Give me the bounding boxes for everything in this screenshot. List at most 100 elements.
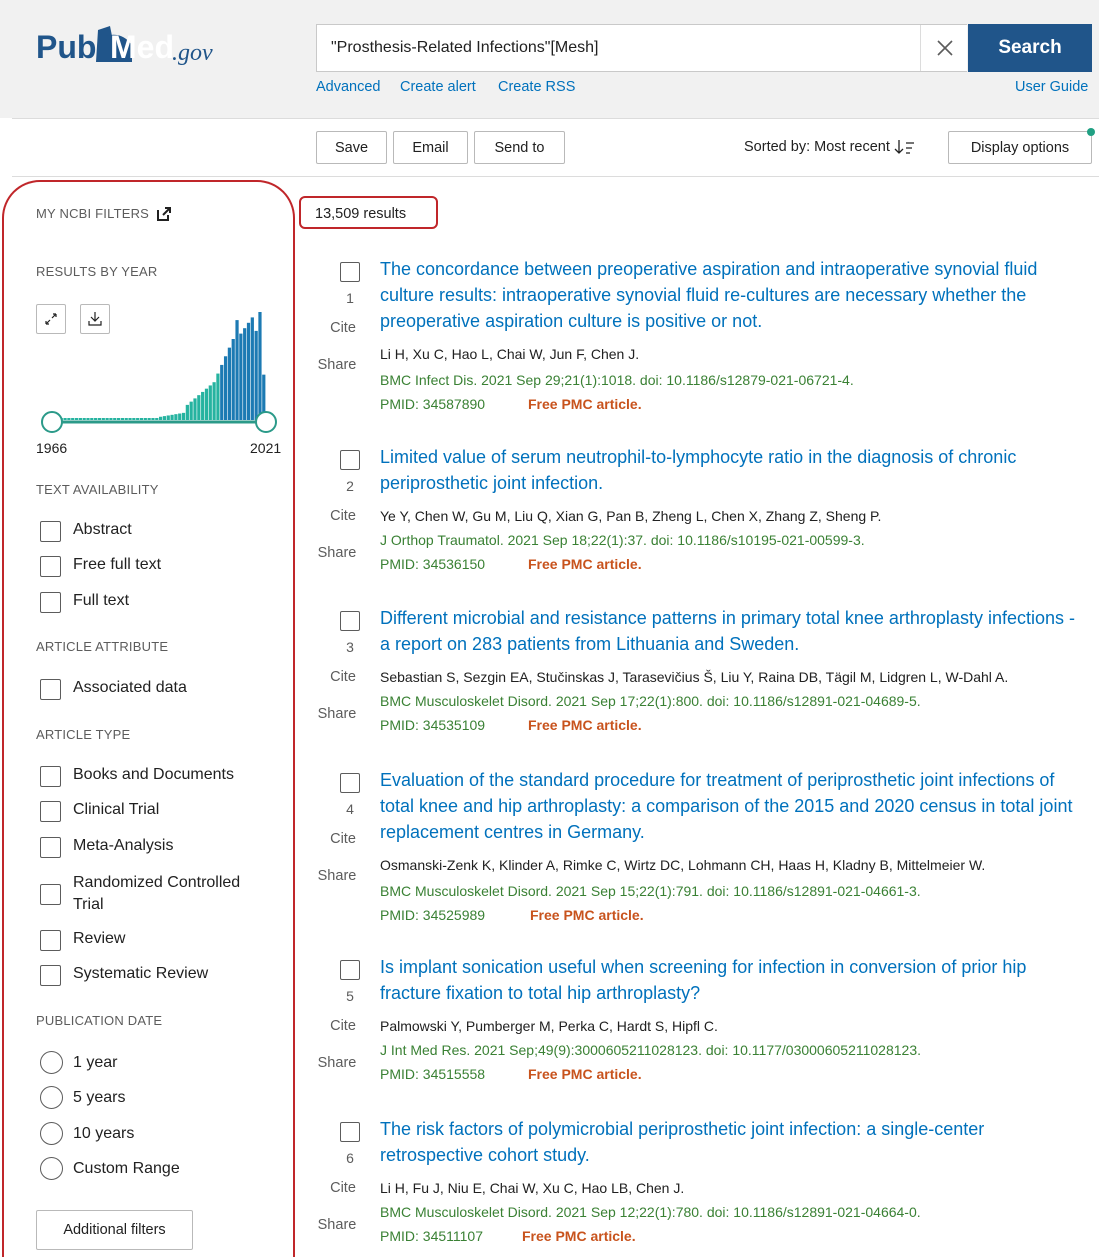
result-title-link[interactable]: The risk factors of polymicrobial peripr… xyxy=(380,1116,1080,1168)
free-pmc-article-label[interactable]: Free PMC article. xyxy=(528,717,642,733)
search-input[interactable]: "Prosthesis-Related Infections"[Mesh] xyxy=(316,24,967,72)
checkbox[interactable] xyxy=(40,521,61,542)
free-pmc-article-label[interactable]: Free PMC article. xyxy=(522,1228,636,1244)
year-range-start-handle[interactable] xyxy=(41,411,63,433)
date-10-years[interactable]: 10 years xyxy=(40,1122,134,1145)
display-options-button[interactable]: Display options xyxy=(948,128,1095,164)
filter-full-text[interactable]: Full text xyxy=(40,592,129,613)
filter-clinical-trial[interactable]: Clinical Trial xyxy=(40,801,159,822)
checkbox[interactable] xyxy=(40,883,61,905)
result-checkbox[interactable] xyxy=(340,1122,360,1142)
filter-randomized-controlled-trial[interactable]: Randomized Controlled Trial xyxy=(40,872,273,916)
pubmed-logo[interactable]: Pub Med .gov xyxy=(36,24,236,74)
result-title-link[interactable]: Is implant sonication useful when screen… xyxy=(380,954,1080,1006)
date-custom-range[interactable]: Custom Range xyxy=(40,1157,180,1180)
filter-meta-analysis[interactable]: Meta-Analysis xyxy=(40,837,173,858)
histogram-bar xyxy=(128,418,132,420)
radio[interactable] xyxy=(40,1157,63,1180)
cite-button[interactable]: Cite xyxy=(316,669,370,685)
checkbox[interactable] xyxy=(40,679,61,700)
date-1-year[interactable]: 1 year xyxy=(40,1051,117,1074)
share-button[interactable]: Share xyxy=(316,357,358,373)
free-pmc-article-label[interactable]: Free PMC article. xyxy=(528,556,642,572)
result-authors: Li H, Fu J, Niu E, Chai W, Xu C, Hao LB,… xyxy=(380,1180,685,1196)
save-button[interactable]: Save xyxy=(316,131,387,164)
email-button[interactable]: Email xyxy=(393,131,468,164)
result-number: 4 xyxy=(346,801,354,817)
filter-label: Full text xyxy=(73,592,130,609)
result-title-link[interactable]: Different microbial and resistance patte… xyxy=(380,605,1080,657)
sort-dropdown[interactable]: Sorted by: Most recent xyxy=(744,139,916,155)
article-attribute-heading: ARTICLE ATTRIBUTE xyxy=(36,639,169,654)
result-checkbox[interactable] xyxy=(340,262,360,282)
share-button[interactable]: Share xyxy=(316,1055,358,1071)
share-button[interactable]: Share xyxy=(316,706,358,722)
histogram-bar xyxy=(63,418,67,420)
filter-books-and-documents[interactable]: Books and Documents xyxy=(40,766,234,787)
free-pmc-article-label[interactable]: Free PMC article. xyxy=(528,396,642,412)
cite-button[interactable]: Cite xyxy=(316,1018,370,1034)
filter-free-full-text[interactable]: Free full text xyxy=(40,556,161,577)
filter-associated-data[interactable]: Associated data xyxy=(40,679,187,700)
free-pmc-article-label[interactable]: Free PMC article. xyxy=(528,1066,642,1082)
histogram-bar xyxy=(227,347,232,420)
radio[interactable] xyxy=(40,1051,63,1074)
checkbox[interactable] xyxy=(40,801,61,822)
checkbox[interactable] xyxy=(40,930,61,951)
divider xyxy=(12,176,1099,177)
logo-gov-text: .gov xyxy=(172,40,213,66)
result-number: 5 xyxy=(346,988,354,1004)
histogram-bar xyxy=(220,364,224,420)
create-rss-link[interactable]: Create RSS xyxy=(498,79,575,95)
user-guide-link[interactable]: User Guide xyxy=(1015,79,1088,95)
filter-systematic-review[interactable]: Systematic Review xyxy=(40,965,208,986)
cite-button[interactable]: Cite xyxy=(316,1180,370,1196)
filter-label: Books and Documents xyxy=(73,766,234,783)
cite-button[interactable]: Cite xyxy=(316,320,370,336)
histogram-bar xyxy=(170,414,174,420)
result-title-link[interactable]: Evaluation of the standard procedure for… xyxy=(380,767,1080,845)
year-range-end-handle[interactable] xyxy=(255,411,277,433)
cite-button[interactable]: Cite xyxy=(316,508,370,524)
additional-filters-button[interactable]: Additional filters xyxy=(36,1210,193,1250)
radio[interactable] xyxy=(40,1122,63,1145)
search-button[interactable]: Search xyxy=(968,24,1092,72)
result-title-link[interactable]: Limited value of serum neutrophil-to-lym… xyxy=(380,444,1080,496)
checkbox[interactable] xyxy=(40,556,61,577)
my-ncbi-filters-link[interactable]: MY NCBI FILTERS xyxy=(36,206,172,221)
filter-label: Systematic Review xyxy=(73,965,209,982)
radio[interactable] xyxy=(40,1086,63,1109)
send-to-button[interactable]: Send to xyxy=(474,131,565,164)
sort-descending-icon xyxy=(894,140,914,154)
result-checkbox[interactable] xyxy=(340,773,360,793)
histogram-bar xyxy=(159,416,163,420)
result-citation: J Orthop Traumatol. 2021 Sep 18;22(1):37… xyxy=(380,532,865,548)
cite-button[interactable]: Cite xyxy=(316,831,370,847)
search-input-value[interactable]: "Prosthesis-Related Infections"[Mesh] xyxy=(331,39,598,57)
checkbox[interactable] xyxy=(40,766,61,787)
share-button[interactable]: Share xyxy=(316,1217,358,1233)
filter-abstract[interactable]: Abstract xyxy=(40,521,132,542)
checkbox[interactable] xyxy=(40,965,61,986)
result-citation: BMC Musculoskelet Disord. 2021 Sep 17;22… xyxy=(380,693,921,709)
publication-date-heading: PUBLICATION DATE xyxy=(36,1013,163,1028)
free-pmc-article-label[interactable]: Free PMC article. xyxy=(530,907,644,923)
date-5-years[interactable]: 5 years xyxy=(40,1086,125,1109)
create-alert-link[interactable]: Create alert xyxy=(400,79,476,95)
advanced-link[interactable]: Advanced xyxy=(316,79,381,95)
divider xyxy=(12,118,1099,119)
share-button[interactable]: Share xyxy=(316,545,358,561)
clear-search-button[interactable] xyxy=(920,25,968,71)
histogram-bar xyxy=(250,317,254,420)
result-checkbox[interactable] xyxy=(340,450,360,470)
result-checkbox[interactable] xyxy=(340,611,360,631)
filter-review[interactable]: Review xyxy=(40,930,125,951)
histogram-bar xyxy=(258,312,262,420)
checkbox[interactable] xyxy=(40,837,61,858)
share-button[interactable]: Share xyxy=(316,868,358,884)
result-checkbox[interactable] xyxy=(340,960,360,980)
result-title-link[interactable]: The concordance between preoperative asp… xyxy=(380,256,1080,334)
results-by-year-histogram[interactable] xyxy=(36,298,286,438)
checkbox[interactable] xyxy=(40,592,61,613)
result-item: 3 Cite Share Different microbial and resist… xyxy=(316,608,1086,781)
